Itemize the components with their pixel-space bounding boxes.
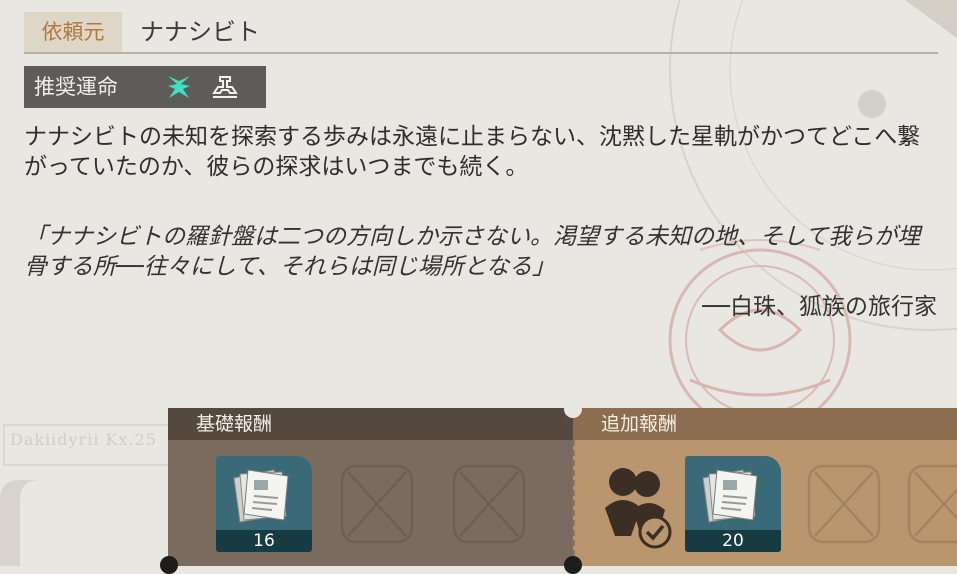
client-name: ナナシビト [140,18,260,46]
basic-reward-count: 16 [216,530,312,552]
stamp-text: Dakiidyrii Kx.25 [10,430,157,449]
nihility-path-icon[interactable] [164,73,194,101]
quote-attribution: ──白珠、狐族の旅行家 [702,294,937,320]
basic-reward-item[interactable]: 16 [216,456,312,552]
empty-slot-icon [452,464,526,544]
description: ナナシビトの未知を探索する歩みは永遠に止まらない、沈黙した星軌がかつてどこへ繋が… [24,124,921,180]
extra-reward-count: 20 [685,530,781,552]
documents-icon [702,469,758,523]
documents-icon [233,469,289,523]
basic-reward-panel: 基礎報酬 16 [168,408,573,566]
empty-slot-icon [807,464,881,544]
client-tag: 依頼元 [24,12,122,52]
empty-reward-slot [440,456,536,552]
preservation-path-icon[interactable] [210,73,240,101]
empty-slot-icon [340,464,414,544]
panel-divider [573,440,575,566]
recommended-path: 推奨運命 [24,66,266,108]
recommended-path-label: 推奨運命 [34,75,118,99]
empty-reward-slot [328,456,424,552]
crew-check-icon [605,468,672,549]
empty-slot-icon [907,464,957,544]
extra-reward-panel: 追加報酬 20 [573,408,957,566]
extra-reward-title: 追加報酬 [601,413,678,435]
client-row: 依頼元 ナナシビト [24,12,938,54]
panel-notch [564,400,582,418]
quote-text: 「ナナシビトの羅針盤は二つの方向しか示さない。渇望する未知の地、そして我らが埋骨… [24,224,921,280]
empty-reward-slot [895,456,957,552]
extra-reward-header: 追加報酬 [573,408,957,440]
extra-reward-item[interactable]: 20 [685,456,781,552]
panel-notch [564,556,582,574]
basic-reward-title: 基礎報酬 [196,413,273,435]
panel-notch [160,556,178,574]
basic-reward-header: 基礎報酬 [168,408,573,440]
empty-reward-slot [795,456,891,552]
